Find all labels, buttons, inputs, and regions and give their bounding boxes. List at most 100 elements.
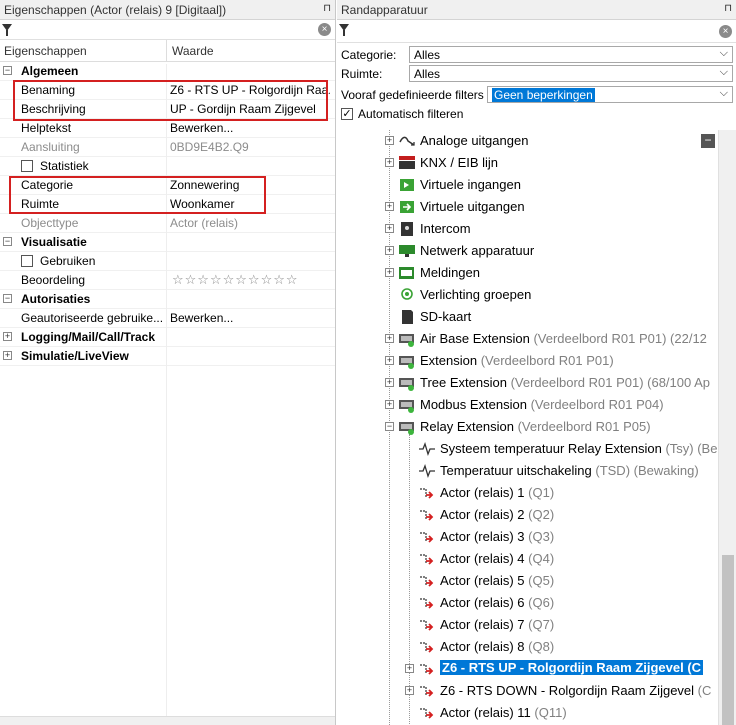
property-name: Gebruiken <box>40 254 96 268</box>
expand-icon[interactable]: + <box>3 351 12 360</box>
property-name: Aansluiting <box>21 140 80 154</box>
relay-actor-icon <box>420 708 434 719</box>
expand-icon[interactable]: + <box>385 224 394 233</box>
property-value[interactable]: 0BD9E4B2.Q9 <box>170 140 330 154</box>
tree-item-detail: (TSD) (Bewaking) <box>591 463 699 478</box>
property-value[interactable]: Bewerken... <box>170 311 330 325</box>
peripherals-pane: Randapparatuur ⊓ × Categorie: Alles ⌵ Ru… <box>337 0 736 725</box>
tree-item-detail: (Tsy) (Be <box>661 441 718 456</box>
peripherals-filter-bar[interactable]: × <box>337 20 736 43</box>
tree-item-label: KNX / EIB lijn <box>420 155 498 170</box>
expand-icon[interactable]: + <box>385 334 394 343</box>
expand-icon[interactable]: + <box>385 202 394 211</box>
property-checkbox[interactable] <box>21 160 33 172</box>
collapse-icon[interactable]: − <box>3 294 12 303</box>
analog-output-icon <box>399 136 415 146</box>
relay-actor-icon <box>420 488 434 499</box>
ruimte-select[interactable]: Alles ⌵ <box>409 65 733 82</box>
auto-filter-label[interactable]: Automatisch filteren <box>358 107 463 121</box>
tree-item-label: Systeem temperatuur Relay Extension (Tsy… <box>440 441 717 456</box>
auto-filter-checkbox[interactable]: ✓ <box>341 108 353 120</box>
pin-icon[interactable]: ⊓ <box>724 3 732 14</box>
chevron-down-icon[interactable]: ⌵ <box>720 47 728 60</box>
properties-pane-title: Eigenschappen (Actor (relais) 9 [Digitaa… <box>0 0 335 20</box>
expand-icon[interactable]: + <box>385 158 394 167</box>
tree-item-label: Extension (Verdeelbord R01 P01) <box>420 353 614 368</box>
tree-item-label: Virtuele ingangen <box>420 177 521 192</box>
tree-item-detail: (Q7) <box>524 617 555 632</box>
chevron-down-icon[interactable]: ⌵ <box>720 66 728 79</box>
property-value[interactable]: Actor (relais) <box>170 216 330 230</box>
property-row[interactable]: Helptekst Bewerken... <box>0 119 335 138</box>
tree-item-title: Verlichting groepen <box>420 287 532 302</box>
tree-item-title: SD-kaart <box>420 309 472 324</box>
property-group-row[interactable]: − Visualisatie <box>0 233 335 252</box>
tree-item-title: Actor (relais) 3 <box>440 529 525 544</box>
expand-icon[interactable]: + <box>385 268 394 277</box>
peripherals-pane-title: Randapparatuur ⊓ <box>337 0 736 20</box>
extension-icon <box>399 356 414 369</box>
expand-icon[interactable]: + <box>3 332 12 341</box>
header-eigenschappen[interactable]: Eigenschappen <box>4 44 87 58</box>
tree-item-detail: (Q3) <box>524 529 555 544</box>
expand-icon[interactable]: + <box>385 378 394 387</box>
property-row[interactable]: Geautoriseerde gebruike... Bewerken... <box>0 309 335 328</box>
collapse-all-button[interactable]: − <box>701 134 715 148</box>
properties-grid-header: Eigenschappen Waarde <box>0 40 335 62</box>
pin-icon[interactable]: ⊓ <box>323 3 331 14</box>
clear-icon[interactable]: × <box>318 23 331 36</box>
funnel-icon[interactable] <box>339 24 349 36</box>
expand-icon[interactable]: + <box>405 686 414 695</box>
property-group-row[interactable]: + Simulatie/LiveView <box>0 347 335 366</box>
collapse-icon[interactable]: − <box>385 422 394 431</box>
property-row[interactable]: Aansluiting 0BD9E4B2.Q9 <box>0 138 335 157</box>
tree-item-label: Actor (relais) 8 (Q8) <box>440 639 554 654</box>
tree-item-title: Relay Extension <box>420 419 514 434</box>
property-name: Simulatie/LiveView <box>21 349 129 363</box>
property-row[interactable]: Gebruiken <box>0 252 335 271</box>
tree-item-detail: (Verdeelbord R01 P04) <box>526 397 664 412</box>
header-separator[interactable] <box>166 40 167 62</box>
property-group-row[interactable]: + Logging/Mail/Call/Track <box>0 328 335 347</box>
virtual-output-icon <box>400 201 414 213</box>
annotation-box-category <box>9 176 266 214</box>
property-group-row[interactable]: − Algemeen <box>0 62 335 81</box>
expand-icon[interactable]: + <box>385 246 394 255</box>
tree-item-title: Actor (relais) 4 <box>440 551 525 566</box>
filter-ruimte-row: Ruimte: Alles ⌵ <box>337 64 736 83</box>
tree-item-title: Netwerk apparatuur <box>420 243 535 258</box>
property-group-row[interactable]: − Autorisaties <box>0 290 335 309</box>
categorie-select[interactable]: Alles ⌵ <box>409 46 733 63</box>
chevron-down-icon[interactable]: ⌵ <box>720 87 728 100</box>
property-row[interactable]: Objecttype Actor (relais) <box>0 214 335 233</box>
collapse-icon[interactable]: − <box>3 237 12 246</box>
expand-icon[interactable]: + <box>385 356 394 365</box>
tree-item-label: Verlichting groepen <box>420 287 531 302</box>
property-row[interactable]: Beoordeling ☆☆☆☆☆☆☆☆☆☆ <box>0 271 335 290</box>
tree-scrollbar[interactable] <box>718 130 736 725</box>
rating-stars[interactable]: ☆☆☆☆☆☆☆☆☆☆ <box>172 272 299 288</box>
vooraf-select[interactable]: Geen beperkingen ⌵ <box>487 86 733 103</box>
tree-item-title: Actor (relais) 2 <box>440 507 525 522</box>
relay-actor-icon <box>420 598 434 609</box>
header-waarde[interactable]: Waarde <box>172 44 214 58</box>
tree-item-title: Intercom <box>420 221 471 236</box>
expand-icon[interactable]: + <box>385 136 394 145</box>
relay-actor-icon <box>420 664 434 675</box>
collapse-icon[interactable]: − <box>3 66 12 75</box>
tree-item-detail: (Q2) <box>524 507 555 522</box>
tree-item-detail: (Verdeelbord R01 P01) (68/100 Ap <box>506 375 711 390</box>
expand-icon[interactable]: + <box>405 664 414 673</box>
property-checkbox[interactable] <box>21 255 33 267</box>
properties-filter-bar[interactable]: × <box>0 20 335 40</box>
funnel-icon[interactable] <box>2 24 12 36</box>
property-value[interactable]: Bewerken... <box>170 121 330 135</box>
tree-item-title: Actor (relais) 8 <box>440 639 525 654</box>
relay-actor-icon <box>420 532 434 543</box>
expand-icon[interactable]: + <box>385 400 394 409</box>
property-name: Logging/Mail/Call/Track <box>21 330 156 344</box>
clear-icon[interactable]: × <box>719 25 732 38</box>
property-row[interactable]: Statistiek <box>0 157 335 176</box>
scrollbar-thumb[interactable] <box>722 555 734 725</box>
extension-icon <box>399 378 414 391</box>
